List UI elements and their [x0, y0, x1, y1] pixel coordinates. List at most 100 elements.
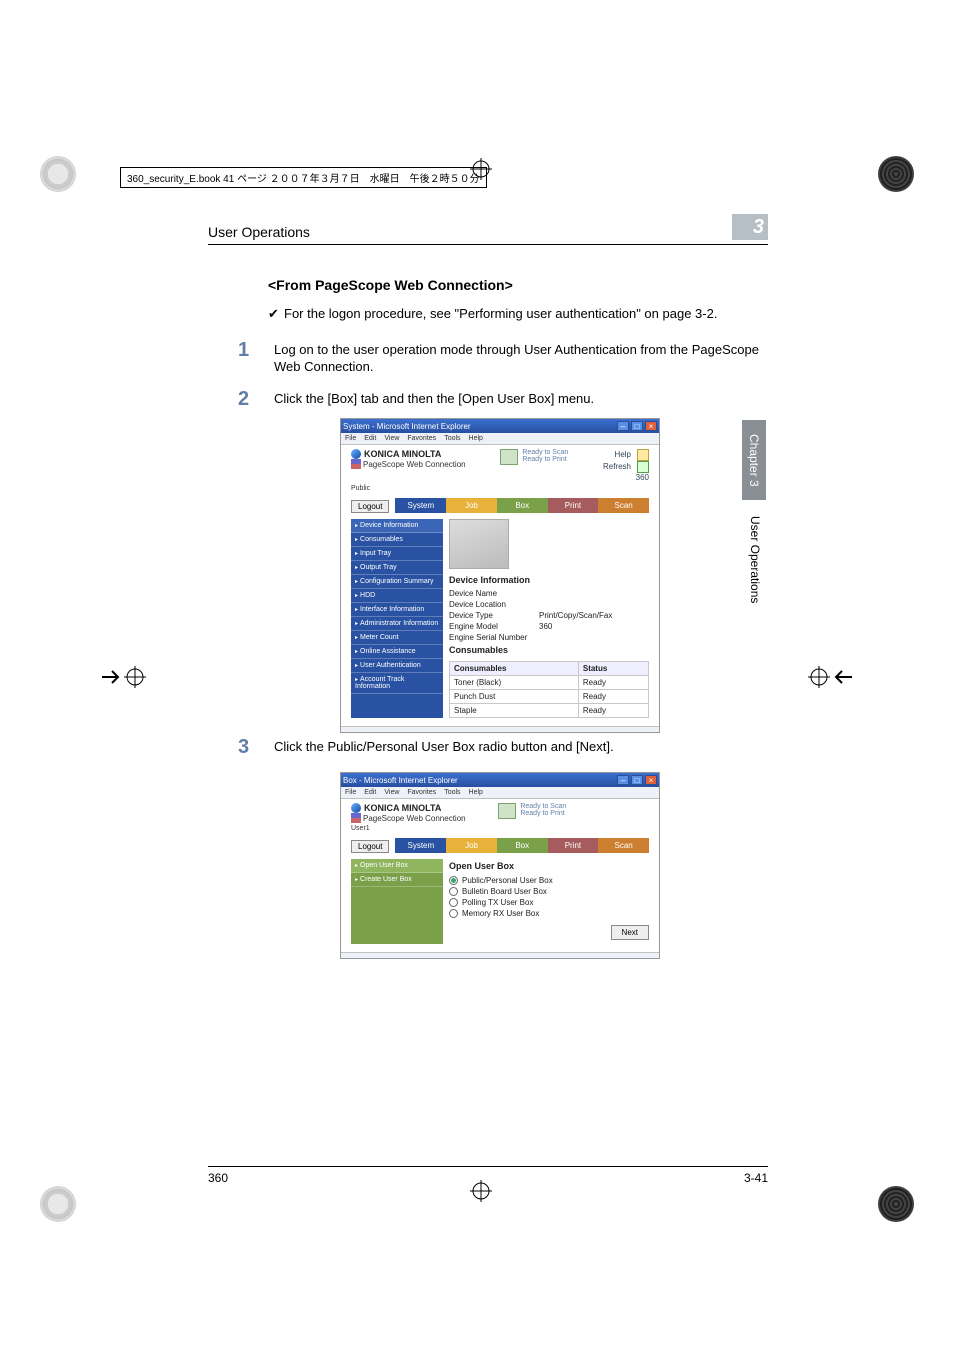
radio-option[interactable]: Polling TX User Box	[449, 897, 649, 908]
tab-print[interactable]: Print	[548, 498, 599, 513]
menu-item[interactable]: Tools	[444, 789, 460, 796]
step-text: Click the Public/Personal User Box radio…	[274, 734, 614, 761]
close-icon[interactable]: ×	[645, 775, 657, 785]
tab-scan[interactable]: Scan	[598, 838, 649, 853]
check-mark-icon: ✔	[268, 305, 284, 323]
sidebar-item[interactable]: Online Assistance	[351, 645, 443, 659]
browser-menubar: File Edit View Favorites Tools Help	[341, 787, 659, 799]
device-status-icon	[500, 449, 518, 465]
main-panel: Open User Box Public/Personal User Box B…	[449, 859, 649, 944]
tab-system[interactable]: System	[395, 838, 446, 853]
sidebar-item[interactable]: Output Tray	[351, 561, 443, 575]
menu-item[interactable]: Edit	[364, 435, 376, 442]
tab-job[interactable]: Job	[446, 498, 497, 513]
step-number: 1	[238, 337, 274, 376]
minimize-icon[interactable]: –	[617, 775, 629, 785]
sidebar-item[interactable]: Meter Count	[351, 631, 443, 645]
print-corner-mark	[878, 1186, 914, 1222]
running-head-title: User Operations	[208, 224, 310, 240]
tab-system[interactable]: System	[395, 498, 446, 513]
menu-item[interactable]: Help	[469, 789, 483, 796]
sidebar-item[interactable]: Input Tray	[351, 547, 443, 561]
status-line: Ready to Scan	[520, 803, 566, 810]
footer-right: 3-41	[744, 1171, 768, 1185]
refresh-link[interactable]: Refresh	[603, 462, 631, 471]
body-row: Device Information Consumables Input Tra…	[351, 519, 649, 718]
menu-item[interactable]: File	[345, 789, 356, 796]
menu-item[interactable]: Edit	[364, 789, 376, 796]
menu-item[interactable]: Favorites	[407, 435, 436, 442]
sidebar-item[interactable]: User Authentication	[351, 659, 443, 673]
brand-name: KONICA MINOLTA	[364, 803, 441, 813]
menu-item[interactable]: View	[384, 435, 399, 442]
window-buttons: – □ ×	[617, 421, 657, 431]
main-panel: Device Information Device Name Device Lo…	[449, 519, 649, 718]
content-block: User Operations 3 <From PageScope Web Co…	[208, 214, 768, 423]
logo-icon	[351, 449, 361, 459]
menu-item[interactable]: Tools	[444, 435, 460, 442]
device-image	[449, 519, 509, 569]
sidebar-item[interactable]: Interface Information	[351, 603, 443, 617]
registration-arrow-icon	[832, 666, 854, 688]
status-line: Ready to Scan	[522, 449, 568, 456]
menu-item[interactable]: Favorites	[407, 789, 436, 796]
sidebar-item[interactable]: Create User Box	[351, 873, 443, 887]
check-note: ✔ For the logon procedure, see "Performi…	[268, 305, 768, 323]
registration-mark	[124, 666, 146, 688]
tabs-row: Logout System Job Box Print Scan	[351, 498, 649, 513]
product-name: PageScope Web Connection	[351, 813, 466, 823]
user-line: User1	[341, 823, 659, 834]
sidebar-item[interactable]: Administrator Information	[351, 617, 443, 631]
tab-box[interactable]: Box	[497, 838, 548, 853]
sidebar-item[interactable]: Account Track Information	[351, 673, 443, 694]
minimize-icon[interactable]: –	[617, 421, 629, 431]
device-info-list: Device Name Device Location Device TypeP…	[449, 589, 649, 643]
registration-arrow-icon	[100, 666, 122, 688]
brand-row: KONICA MINOLTA PageScope Web Connection …	[341, 445, 659, 483]
window-title: Box - Microsoft Internet Explorer	[343, 776, 458, 785]
radio-option[interactable]: Public/Personal User Box	[449, 875, 649, 886]
sidebar-item[interactable]: HDD	[351, 589, 443, 603]
logout-button[interactable]: Logout	[351, 500, 389, 513]
logo-icon	[351, 803, 361, 813]
menu-item[interactable]: View	[384, 789, 399, 796]
registration-mark	[808, 666, 830, 688]
menu-item[interactable]: Help	[469, 435, 483, 442]
brand-logo: KONICA MINOLTA	[351, 449, 466, 459]
step-text: Log on to the user operation mode throug…	[274, 337, 768, 376]
logout-button[interactable]: Logout	[351, 840, 389, 853]
radio-label: Bulletin Board User Box	[462, 887, 547, 896]
tab-scan[interactable]: Scan	[598, 498, 649, 513]
tab-job[interactable]: Job	[446, 838, 497, 853]
tab-print[interactable]: Print	[548, 838, 599, 853]
next-button[interactable]: Next	[611, 925, 649, 940]
product-name: PageScope Web Connection	[351, 459, 466, 469]
brand-col: KONICA MINOLTA PageScope Web Connection	[351, 449, 466, 483]
radio-icon	[449, 876, 458, 885]
radio-option[interactable]: Bulletin Board User Box	[449, 886, 649, 897]
maximize-icon[interactable]: □	[631, 775, 643, 785]
window-titlebar: System - Microsoft Internet Explorer – □…	[341, 419, 659, 433]
print-corner-mark	[40, 156, 76, 192]
sidebar-item[interactable]: Configuration Summary	[351, 575, 443, 589]
radio-option[interactable]: Memory RX User Box	[449, 908, 649, 919]
maximize-icon[interactable]: □	[631, 421, 643, 431]
th: Status	[578, 662, 648, 676]
sidebar-item[interactable]: Device Information	[351, 519, 443, 533]
help-icon[interactable]	[637, 449, 649, 461]
td: Ready	[578, 704, 648, 718]
screenshot-box: Box - Microsoft Internet Explorer – □ × …	[340, 772, 660, 959]
panel-subheading: Consumables	[449, 643, 649, 659]
device-status: Ready to Scan Ready to Print	[500, 449, 568, 483]
menu-item[interactable]: File	[345, 435, 356, 442]
sidebar-item[interactable]: Open User Box	[351, 859, 443, 873]
close-icon[interactable]: ×	[645, 421, 657, 431]
tab-box[interactable]: Box	[497, 498, 548, 513]
user-line: Public	[341, 483, 659, 494]
sidebar: Open User Box Create User Box	[351, 859, 443, 944]
refresh-icon[interactable]	[637, 461, 649, 473]
th: Consumables	[450, 662, 579, 676]
help-link[interactable]: Help	[615, 450, 631, 459]
sidebar-item[interactable]: Consumables	[351, 533, 443, 547]
td: Punch Dust	[450, 690, 579, 704]
